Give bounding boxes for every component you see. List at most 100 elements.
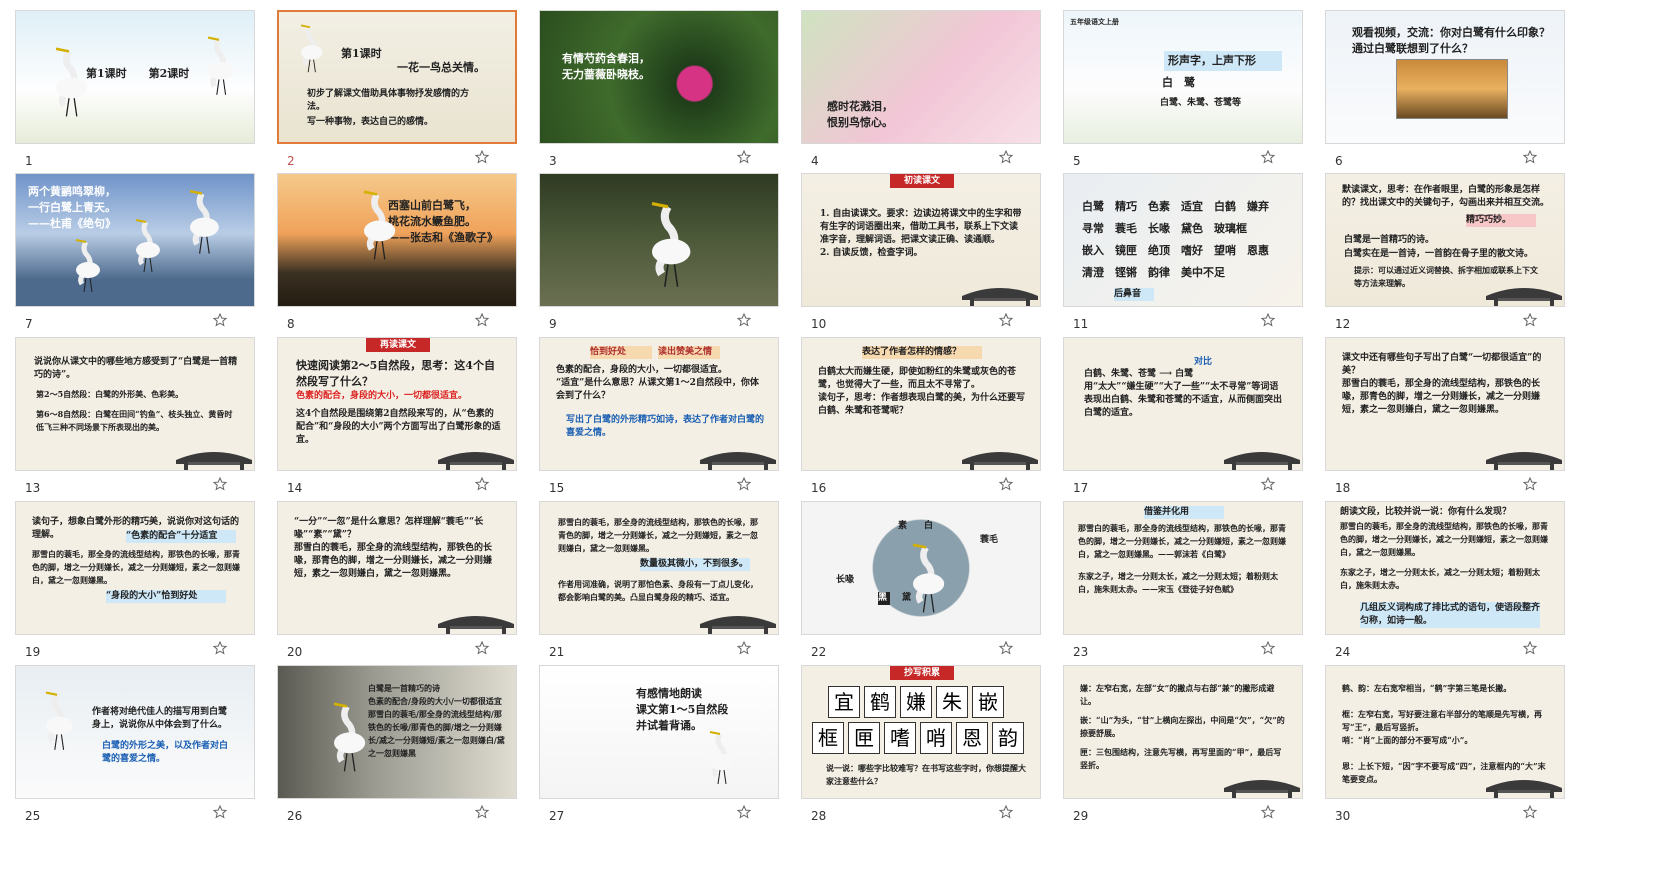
slide-thumbnail-21[interactable]: 那雪白的蓑毛，那全身的流线型结构，那铁色的长喙，那青色的脚，增之一分则嫌长，减之…	[539, 501, 779, 661]
slide-thumbnail-3[interactable]: 有情芍药含春泪， 无力蔷薇卧晓枝。 3	[539, 10, 779, 170]
slide-preview[interactable]: 读句子，想象白鹭外形的精巧美，说说你对这句话的理解。 “色素的配合”十分适宜 那雪白…	[15, 501, 255, 635]
slide-thumbnail-18[interactable]: 课文中还有哪些句子写出了白鹭“一切都很适宜”的美？ 那雪白的蓑毛，那全身的流线型…	[1325, 337, 1565, 497]
slide-preview[interactable]: 有情芍药含春泪， 无力蔷薇卧晓枝。	[539, 10, 779, 144]
slide-preview[interactable]: 说说你从课文中的哪些地方感受到了“白鹭是一首精巧的诗”。 第2～5自然段：白鹭的外…	[15, 337, 255, 471]
star-icon[interactable]	[1261, 477, 1275, 491]
slide-thumbnail-20[interactable]: “一分”“一忽”是什么意思？怎样理解“蓑毛”“长喙”“素”“黛”？ 那雪白的蓑毛…	[277, 501, 517, 661]
slide-preview[interactable]: “一分”“一忽”是什么意思？怎样理解“蓑毛”“长喙”“素”“黛”？ 那雪白的蓑毛…	[277, 501, 517, 635]
slide-preview[interactable]: 两个黄鹂鸣翠柳， 一行白鹭上青天。 ——杜甫《绝句》	[15, 173, 255, 307]
slide-preview[interactable]: 借鉴并化用 那雪白的蓑毛，那全身的流线型结构，那铁色的长喙，那青色的脚，增之一分则…	[1063, 501, 1303, 635]
slide-thumbnail-27[interactable]: 有感情地朗读 课文第1～5自然段 并试着背诵。 27	[539, 665, 779, 825]
star-icon[interactable]	[737, 641, 751, 655]
star-icon[interactable]	[1261, 313, 1275, 327]
slide-preview[interactable]: 再读课文 快速阅读第2～5自然段，思考：这4个自然段写了什么？ 色素的配合，身段的大…	[277, 337, 517, 471]
star-icon[interactable]	[475, 805, 489, 819]
slide-preview[interactable]: 白鹭是一首精巧的诗 色素的配合/身段的大小/一切都很适宜 那雪白的蓑毛/那全身的…	[277, 665, 517, 799]
slide-thumbnail-10[interactable]: 初读课文 1. 自由读课文。要求：边读边将课文中的生字和带有生字的词语圈出来，借助…	[801, 173, 1041, 333]
star-icon[interactable]	[475, 477, 489, 491]
slide-thumbnail-24[interactable]: 朗读文段，比较并说一说：你有什么发现？ 那雪白的蓑毛，那全身的流线型结构，那铁色的…	[1325, 501, 1565, 661]
slide-thumbnail-29[interactable]: 嫌：左窄右宽，左部“女”的撇点与右部“兼”的撇形成避让。 嵌：“山”为头，“甘”上…	[1063, 665, 1303, 825]
slide-preview[interactable]: 默读课文，思考：在作者眼里，白鹭的形象是怎样的？找出课文中的关键句子，勾画出来并…	[1325, 173, 1565, 307]
char-row: 框匣嗜哨恩韵	[810, 720, 1026, 756]
slide-preview[interactable]: 鹤、韵：左右宽窄相当，“鹤”字第三笔是长撇。 框：左窄右宽，写好要注意右半部分的笔…	[1325, 665, 1565, 799]
slide-preview[interactable]: 观看视频，交流：你对白鹭有什么印象？通过白鹭联想到了什么？	[1325, 10, 1565, 144]
roof-eave-decoration	[438, 452, 514, 470]
slide-thumbnail-16[interactable]: 表达了作者怎样的情感？ 白鹤太大而嫌生硬，即使如粉红的朱鹭或灰色的苍鹭，也觉得大了…	[801, 337, 1041, 497]
slide-thumbnail-30[interactable]: 鹤、韵：左右宽窄相当，“鹤”字第三笔是长撇。 框：左窄右宽，写好要注意右半部分的笔…	[1325, 665, 1565, 825]
slide-preview[interactable]: 第1课时 一花一鸟总关情。 初步了解课文借助具体事物抒发感情的方法。 写一种事物，表达…	[277, 10, 517, 144]
star-icon[interactable]	[1523, 477, 1537, 491]
slide-thumbnail-15[interactable]: 恰到好处 读出赞美之情 色素的配合，身段的大小，一切都很适宜。 “适宜”是什么意思？…	[539, 337, 779, 497]
slide-number: 20	[287, 645, 303, 659]
slide-preview[interactable]: 抄写积累宜鹤嫌朱嵌框匣嗜哨恩韵说一说：哪些字比较难写？在书写这些字时，你想提醒大…	[801, 665, 1041, 799]
slide-preview[interactable]: 西塞山前白鹭飞， 桃花流水鳜鱼肥。 ——张志和《渔歌子》	[277, 173, 517, 307]
star-icon[interactable]	[1261, 805, 1275, 819]
star-icon[interactable]	[1261, 641, 1275, 655]
slide-preview[interactable]: 朗读文段，比较并说一说：你有什么发现？ 那雪白的蓑毛，那全身的流线型结构，那铁色的…	[1325, 501, 1565, 635]
slide-thumbnail-13[interactable]: 说说你从课文中的哪些地方感受到了“白鹭是一首精巧的诗”。 第2～5自然段：白鹭的外…	[15, 337, 255, 497]
star-icon[interactable]	[1523, 150, 1537, 164]
roof-eave-decoration	[1486, 780, 1562, 798]
slide-thumbnail-7[interactable]: 两个黄鹂鸣翠柳， 一行白鹭上青天。 ——杜甫《绝句》 7	[15, 173, 255, 333]
slide-thumbnail-22[interactable]: 素白蓑毛 长喙黑黛 22	[801, 501, 1041, 661]
slide-preview[interactable]: 作者将对绝代佳人的描写用到白鹭身上，说说你从中体会到了什么。 白鹭的外形之美，以及…	[15, 665, 255, 799]
star-icon[interactable]	[999, 313, 1013, 327]
slide-thumbnail-8[interactable]: 西塞山前白鹭飞， 桃花流水鳜鱼肥。 ——张志和《渔歌子》 8	[277, 173, 517, 333]
star-icon[interactable]	[737, 313, 751, 327]
slide-thumbnail-9[interactable]: 9	[539, 173, 779, 333]
slide-thumbnail-17[interactable]: 对比 白鹤、朱鹭、苍鹭 ⟶ 白鹭 用“太大”“嫌生硬”“大了一些”“太不寻常”等词…	[1063, 337, 1303, 497]
slide-preview[interactable]: 那雪白的蓑毛，那全身的流线型结构，那铁色的长喙，那青色的脚，增之一分则嫌长，减之…	[539, 501, 779, 635]
slide-preview[interactable]: 表达了作者怎样的情感？ 白鹤太大而嫌生硬，即使如粉红的朱鹭或灰色的苍鹭，也觉得大了…	[801, 337, 1041, 471]
slide-preview[interactable]: 嫌：左窄右宽，左部“女”的撇点与右部“兼”的撇形成避让。 嵌：“山”为头，“甘”上…	[1063, 665, 1303, 799]
slide-thumbnail-14[interactable]: 再读课文 快速阅读第2～5自然段，思考：这4个自然段写了什么？ 色素的配合，身段的大…	[277, 337, 517, 497]
star-icon[interactable]	[1261, 150, 1275, 164]
slide-number: 18	[1335, 481, 1351, 495]
star-icon[interactable]	[213, 641, 227, 655]
slide-thumbnail-2[interactable]: 第1课时 一花一鸟总关情。 初步了解课文借助具体事物抒发感情的方法。 写一种事物，表达…	[277, 10, 517, 170]
slide-thumbnail-26[interactable]: 白鹭是一首精巧的诗 色素的配合/身段的大小/一切都很适宜 那雪白的蓑毛/那全身的…	[277, 665, 517, 825]
roof-eave-decoration	[1486, 452, 1562, 470]
slide-preview[interactable]	[539, 173, 779, 307]
star-icon[interactable]	[999, 805, 1013, 819]
slide-preview[interactable]: 素白蓑毛 长喙黑黛	[801, 501, 1041, 635]
slide-preview[interactable]: 课文中还有哪些句子写出了白鹭“一切都很适宜”的美？ 那雪白的蓑毛，那全身的流线型…	[1325, 337, 1565, 471]
slide-thumbnail-25[interactable]: 作者将对绝代佳人的描写用到白鹭身上，说说你从中体会到了什么。 白鹭的外形之美，以及…	[15, 665, 255, 825]
star-icon[interactable]	[999, 641, 1013, 655]
slide-thumbnail-11[interactable]: 白鹭 精巧 色素 适宜 白鹤 嫌弃 寻常 蓑毛 长喙 黛色 玻璃框 嵌入 镜匣 …	[1063, 173, 1303, 333]
star-icon[interactable]	[213, 477, 227, 491]
slide-preview[interactable]: 有感情地朗读 课文第1～5自然段 并试着背诵。	[539, 665, 779, 799]
star-icon[interactable]	[999, 150, 1013, 164]
star-icon[interactable]	[1523, 313, 1537, 327]
star-icon[interactable]	[475, 641, 489, 655]
star-icon[interactable]	[737, 805, 751, 819]
char-box: 哨	[920, 722, 952, 754]
roof-eave-decoration	[176, 452, 252, 470]
slide-preview[interactable]: 初读课文 1. 自由读课文。要求：边读边将课文中的生字和带有生字的词语圈出来，借助…	[801, 173, 1041, 307]
star-icon[interactable]	[213, 313, 227, 327]
slide-thumbnail-6[interactable]: 观看视频，交流：你对白鹭有什么印象？通过白鹭联想到了什么？ 6	[1325, 10, 1565, 170]
slide-thumbnail-1[interactable]: 第1课时 第2课时 1	[15, 10, 255, 170]
slide-preview[interactable]: 五年级语文上册 形声字，上声下形白 鹭白鹭、朱鹭、苍鹭等	[1063, 10, 1303, 144]
slide-text: 课文中还有哪些句子写出了白鹭“一切都很适宜”的美？ 那雪白的蓑毛，那全身的流线型…	[1342, 353, 1542, 415]
slide-thumbnail-4[interactable]: 感时花溅泪， 恨别鸟惊心。 4	[801, 10, 1041, 170]
star-icon[interactable]	[999, 477, 1013, 491]
slide-preview[interactable]: 对比 白鹤、朱鹭、苍鹭 ⟶ 白鹭 用“太大”“嫌生硬”“大了一些”“太不寻常”等词…	[1063, 337, 1303, 471]
video-frame[interactable]	[1396, 59, 1508, 119]
star-icon[interactable]	[737, 150, 751, 164]
slide-thumbnail-12[interactable]: 默读课文，思考：在作者眼里，白鹭的形象是怎样的？找出课文中的关键句子，勾画出来并…	[1325, 173, 1565, 333]
slide-preview[interactable]: 白鹭 精巧 色素 适宜 白鹤 嫌弃 寻常 蓑毛 长喙 黛色 玻璃框 嵌入 镜匣 …	[1063, 173, 1303, 307]
slide-preview[interactable]: 感时花溅泪， 恨别鸟惊心。	[801, 10, 1041, 144]
slide-thumbnail-28[interactable]: 抄写积累宜鹤嫌朱嵌框匣嗜哨恩韵说一说：哪些字比较难写？在书写这些字时，你想提醒大…	[801, 665, 1041, 825]
star-icon[interactable]	[1523, 641, 1537, 655]
slide-thumbnail-5[interactable]: 五年级语文上册 形声字，上声下形白 鹭白鹭、朱鹭、苍鹭等 5	[1063, 10, 1303, 170]
slide-preview[interactable]: 恰到好处 读出赞美之情 色素的配合，身段的大小，一切都很适宜。 “适宜”是什么意思？…	[539, 337, 779, 471]
star-icon[interactable]	[475, 313, 489, 327]
slide-thumbnail-19[interactable]: 读句子，想象白鹭外形的精巧美，说说你对这句话的理解。 “色素的配合”十分适宜 那雪白…	[15, 501, 255, 661]
slide-preview[interactable]: 第1课时 第2课时	[15, 10, 255, 144]
slide-thumbnail-23[interactable]: 借鉴并化用 那雪白的蓑毛，那全身的流线型结构，那铁色的长喙，那青色的脚，增之一分则…	[1063, 501, 1303, 661]
star-icon[interactable]	[475, 150, 489, 164]
slide-text: 白鹭实在是一首诗，一首韵在骨子里的散文诗。	[1344, 249, 1534, 259]
star-icon[interactable]	[737, 477, 751, 491]
star-icon[interactable]	[213, 805, 227, 819]
star-icon[interactable]	[1523, 805, 1537, 819]
